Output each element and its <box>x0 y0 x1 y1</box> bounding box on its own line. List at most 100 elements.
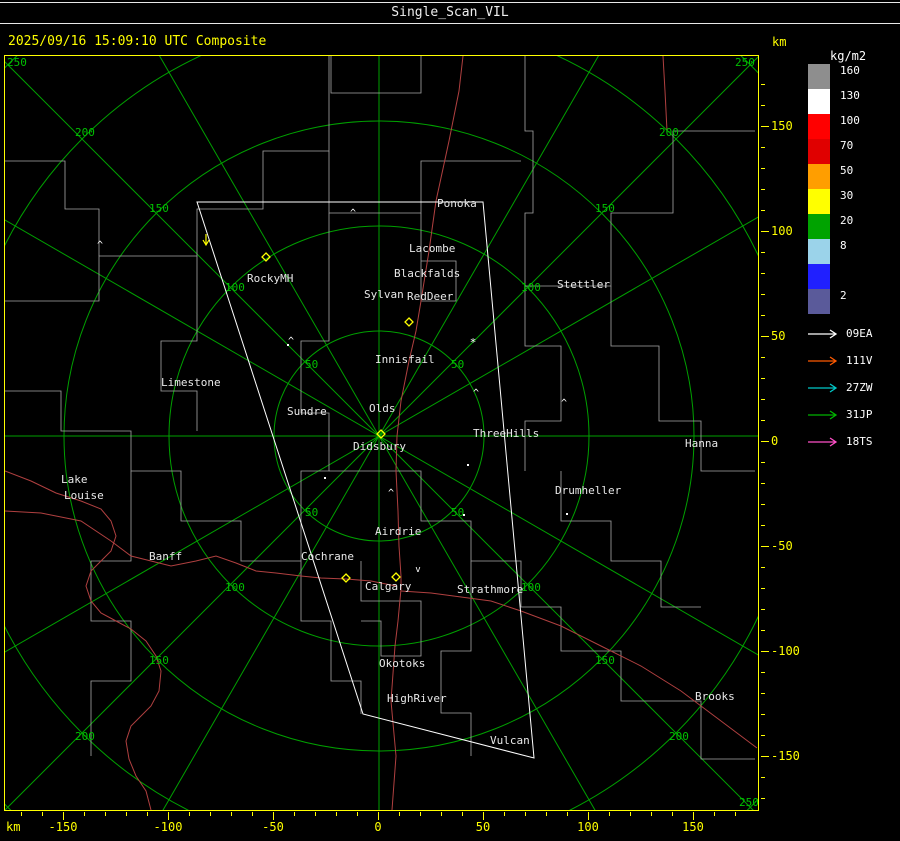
bottom-axis-tick <box>420 812 421 816</box>
city-label: Sundre <box>287 405 327 418</box>
right-axis-tick <box>761 567 765 568</box>
polar-grid <box>5 56 758 810</box>
city-label: Drumheller <box>555 484 622 497</box>
radar-map[interactable]: 250 200 150 100 50 250 200 150 100 50 50 50 100 150 20… <box>4 55 759 811</box>
right-axis-tick <box>761 672 765 673</box>
vil-scale-value: 50 <box>840 164 854 177</box>
right-axis-tick <box>761 315 765 316</box>
county-line <box>328 151 521 214</box>
dot-marker <box>324 477 326 479</box>
city-label: Lake <box>61 473 88 486</box>
right-axis-tick <box>761 105 765 106</box>
radar-legend-entry: 31JP <box>806 401 873 428</box>
vil-scale-swatch <box>808 189 830 214</box>
vil-scale-swatch <box>808 239 830 264</box>
right-axis-label: 50 <box>771 329 786 343</box>
bottom-axis-tick <box>378 812 379 820</box>
bottom-axis-label: 150 <box>682 820 704 834</box>
right-axis-tick <box>761 525 765 526</box>
vil-scale-entry: 100 <box>808 114 878 139</box>
vil-scale-swatch <box>808 139 830 164</box>
radar-legend-entry: 111V <box>806 347 873 374</box>
city-label: Banff <box>149 550 182 563</box>
bottom-axis-label: 100 <box>577 820 599 834</box>
right-axis-tick <box>761 483 765 484</box>
radar-legend-entry: 27ZW <box>806 374 873 401</box>
bottom-axis-tick <box>252 812 253 816</box>
bottom-axis: -150 -100 -50 0 50 100 150 <box>4 812 759 840</box>
right-axis-tick <box>761 693 765 694</box>
right-axis-unit: km <box>772 35 787 49</box>
vil-scale-value: 2 <box>840 289 847 302</box>
city-label: Limestone <box>161 376 221 389</box>
city-label: Louise <box>64 489 104 502</box>
right-axis-tick <box>761 210 765 211</box>
azimuth-line <box>5 56 758 810</box>
scan-footprint <box>196 201 535 759</box>
city-label: ThreeHills <box>473 427 539 440</box>
bottom-axis-tick <box>399 812 400 816</box>
bottom-axis-label: -150 <box>48 820 78 834</box>
vil-scale-entry: 130 <box>808 89 878 114</box>
range-label: 250 <box>735 56 755 69</box>
city-label: Olds <box>369 402 396 415</box>
radar-legend-entry: 09EA <box>806 320 873 347</box>
right-axis-tick <box>761 231 769 232</box>
city-label: Strathmore <box>457 583 523 596</box>
range-label: 250 <box>7 56 27 69</box>
vil-scale-swatch <box>808 164 830 189</box>
city-label: Calgary <box>365 580 412 593</box>
range-label: 200 <box>75 126 95 139</box>
radar-arrow-icon <box>808 382 838 393</box>
right-axis-label: 150 <box>771 119 793 133</box>
bottom-axis-tick <box>126 812 127 816</box>
vil-scale-value: 160 <box>840 64 860 77</box>
vil-scale-entry: 50 <box>808 164 878 189</box>
radar-id-label: 18TS <box>846 435 873 448</box>
right-axis-tick <box>761 273 765 274</box>
bottom-axis-tick <box>693 812 694 820</box>
city-label: Brooks <box>695 690 735 703</box>
dot-marker <box>467 464 469 466</box>
bottom-axis-tick <box>315 812 316 816</box>
vil-scale-swatch <box>808 214 830 239</box>
vil-scale-entry: 30 <box>808 189 878 214</box>
caret-up-marker: ^ <box>473 388 479 399</box>
bottom-axis-tick <box>714 812 715 816</box>
range-label: 100 <box>225 281 245 294</box>
county-line <box>160 256 198 431</box>
bottom-axis-tick <box>189 812 190 816</box>
city-label: Ponoka <box>437 197 477 210</box>
bottom-axis-tick <box>483 812 484 820</box>
range-label: 100 <box>521 281 541 294</box>
right-axis-tick <box>761 441 769 442</box>
right-axis-tick <box>761 336 769 337</box>
city-label: HighRiver <box>387 692 447 705</box>
right-axis-tick <box>761 756 769 757</box>
county-line <box>90 471 132 756</box>
right-axis-tick <box>761 735 765 736</box>
right-axis-tick <box>761 462 765 463</box>
right-axis-label: 100 <box>771 224 793 238</box>
scan-boundary <box>196 201 535 759</box>
city-label: Sylvan <box>364 288 404 301</box>
right-axis-tick <box>761 609 765 610</box>
city-label: Stettler <box>557 278 610 291</box>
vil-scale-entry: 160 <box>808 64 878 89</box>
right-axis-tick <box>761 798 765 799</box>
right-axis-tick <box>761 504 765 505</box>
radar-arrow-icon <box>808 355 838 366</box>
vil-scale-value: 130 <box>840 89 860 102</box>
right-axis-tick <box>761 126 769 127</box>
bottom-axis-tick <box>336 812 337 816</box>
bottom-axis-tick <box>504 812 505 816</box>
vil-scale-value: 8 <box>840 239 847 252</box>
dot-marker <box>463 514 465 516</box>
bottom-axis-label: -50 <box>262 820 284 834</box>
bottom-axis-tick <box>231 812 232 816</box>
county-line <box>300 561 362 714</box>
vil-scale-value: 30 <box>840 189 854 202</box>
highway-line <box>662 56 668 132</box>
dot-marker <box>287 344 289 346</box>
bottom-axis-tick <box>21 812 22 816</box>
